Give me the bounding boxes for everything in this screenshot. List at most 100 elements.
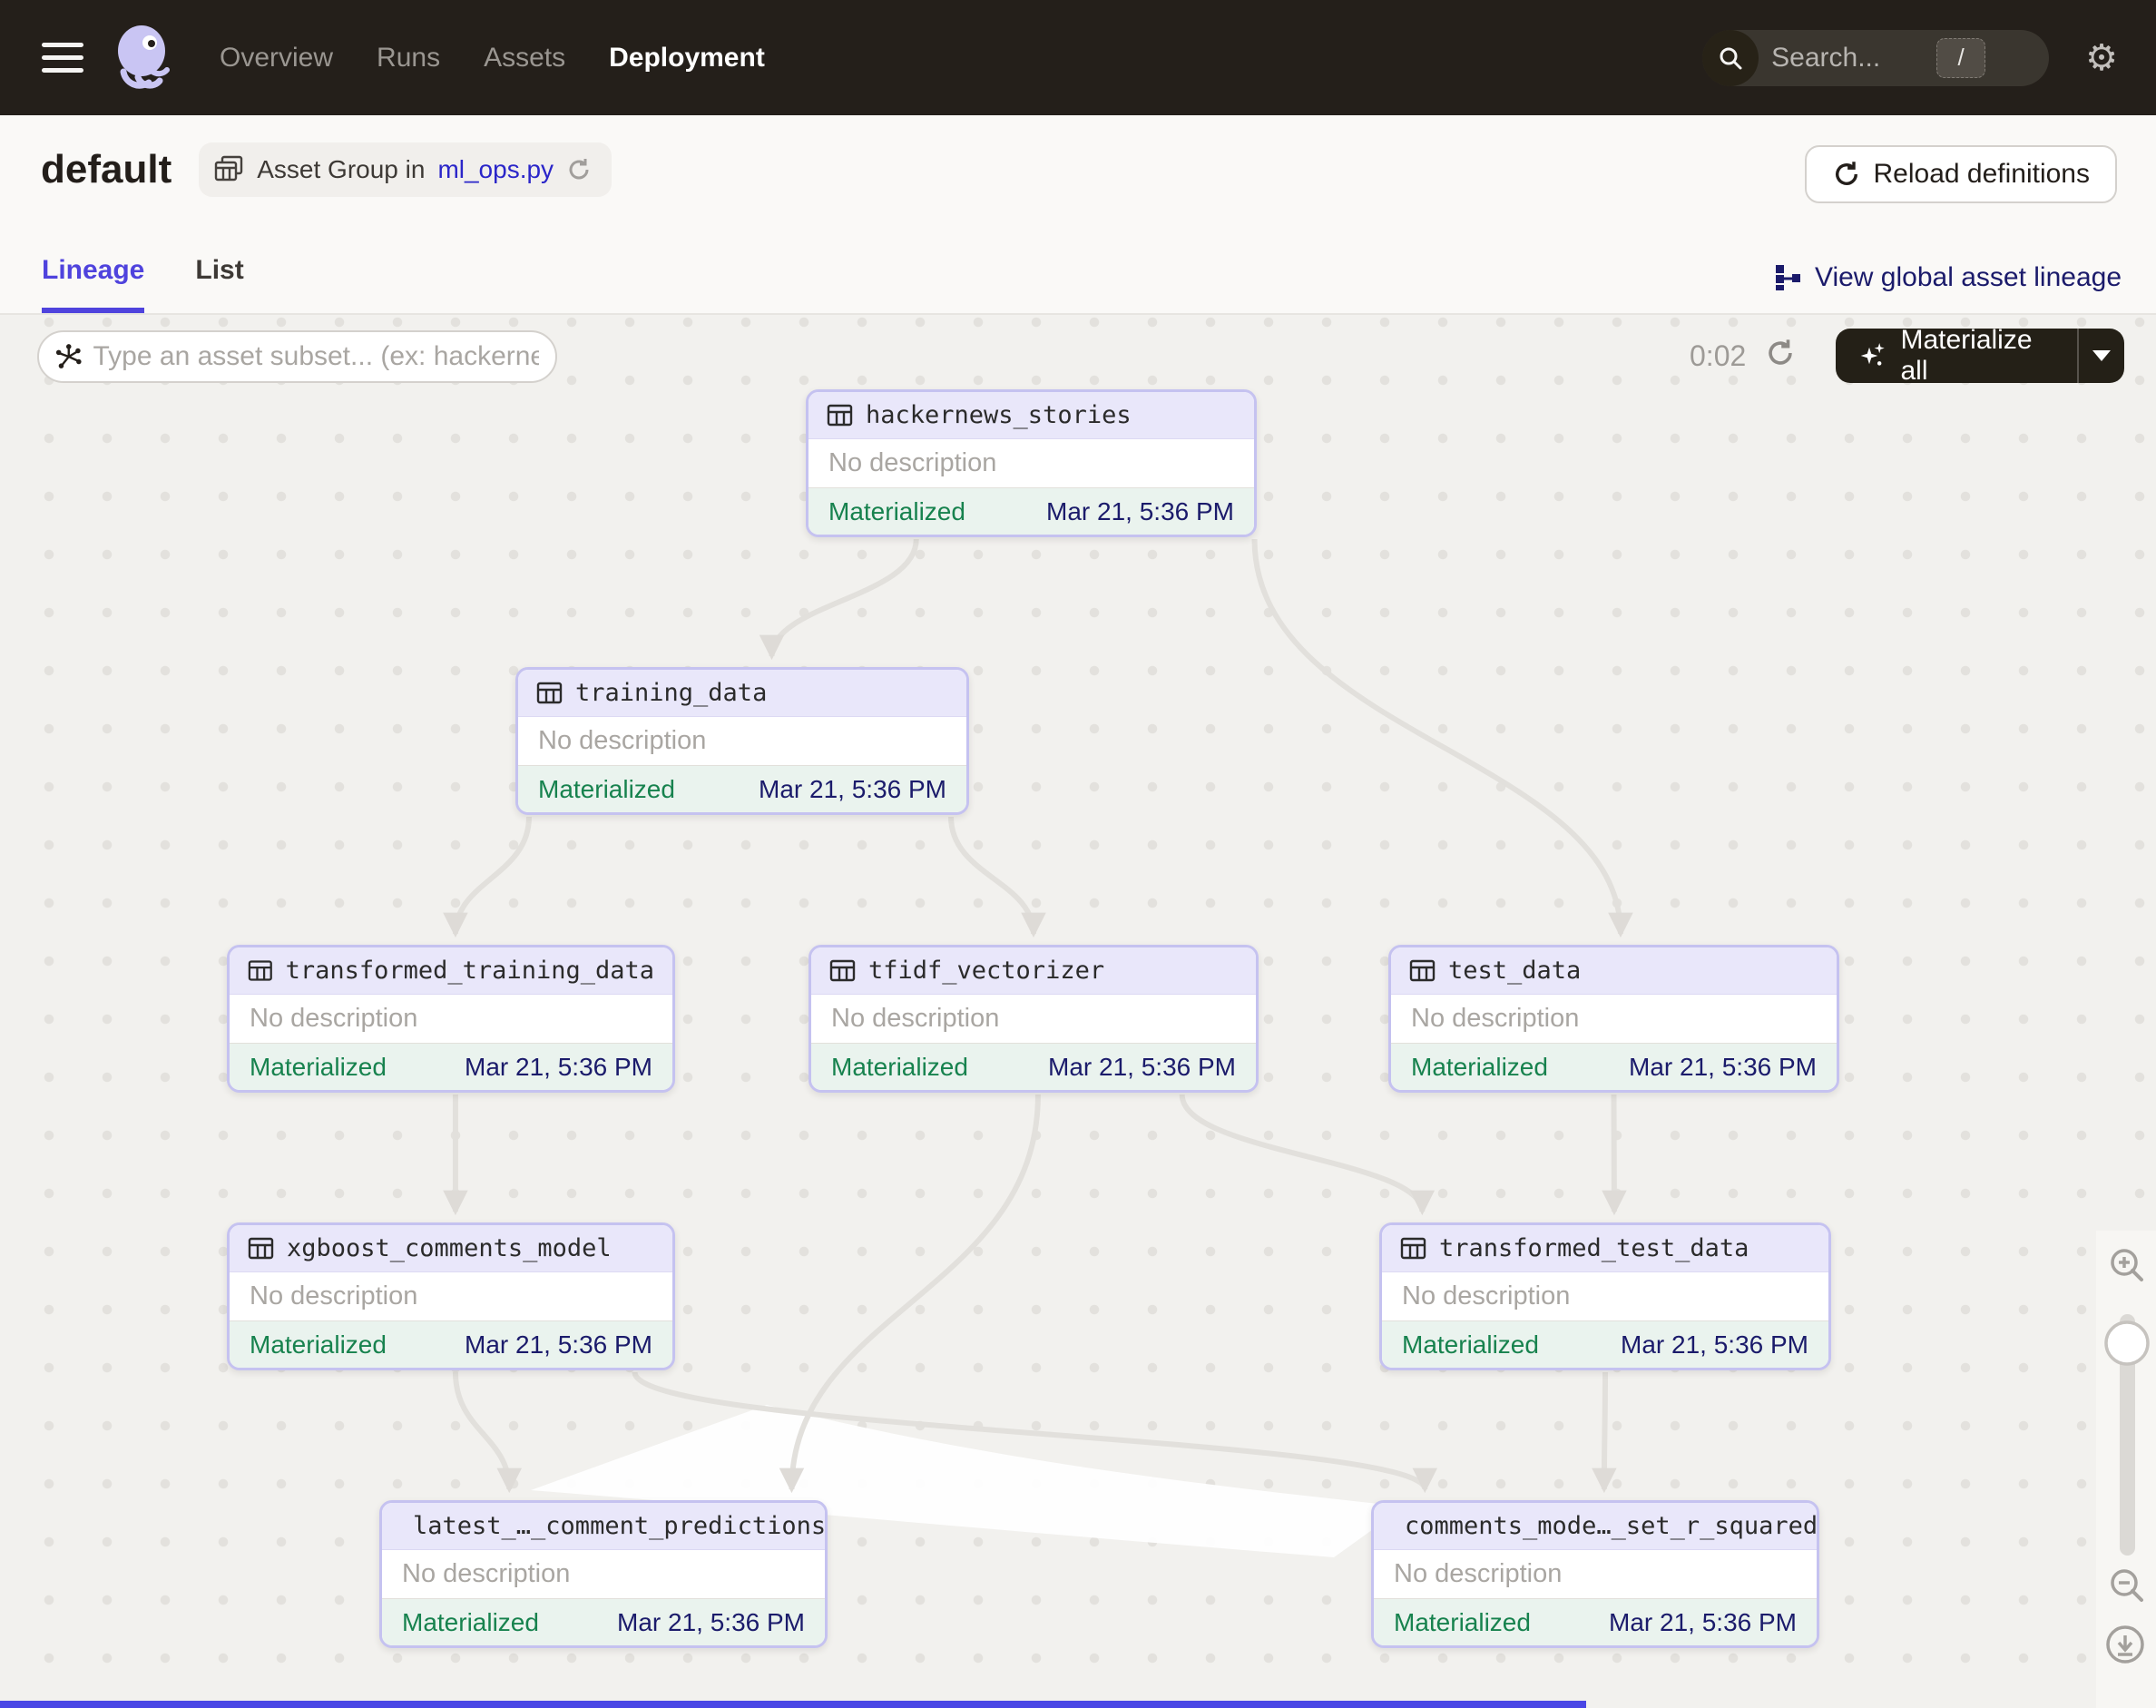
materialization-timestamp[interactable]: Mar 21, 5:36 PM: [1621, 1330, 1808, 1360]
chevron-down-icon: [2092, 350, 2111, 361]
asset-node-header: transformed_test_data: [1382, 1225, 1828, 1272]
page-header: default Asset Group in ml_ops.py Reload …: [0, 115, 2156, 315]
asset-node-header: xgboost_comments_model: [230, 1225, 672, 1272]
dagster-app: Overview Runs Assets Deployment / ⚙ defa…: [0, 0, 2156, 1708]
materialization-timestamp[interactable]: Mar 21, 5:36 PM: [617, 1608, 805, 1637]
asset-status-bar: Materialized Mar 21, 5:36 PM: [1382, 1320, 1828, 1368]
asset-node[interactable]: latest_…_comment_predictions No descript…: [379, 1500, 828, 1648]
table-icon: [536, 680, 563, 706]
search-icon: [1702, 30, 1759, 86]
table-icon: [248, 1235, 274, 1261]
tabs: Lineage List: [42, 255, 244, 313]
horizontal-scroll-indicator[interactable]: [0, 1701, 1586, 1708]
asset-node[interactable]: tfidf_vectorizer No description Material…: [808, 945, 1259, 1093]
asset-name: transformed_training_data: [286, 957, 654, 985]
asset-description: No description: [1391, 995, 1837, 1043]
gear-icon[interactable]: ⚙: [2085, 40, 2118, 76]
status-badge: Materialized: [538, 775, 675, 804]
asset-name: transformed_test_data: [1439, 1234, 1749, 1262]
asset-node-header: tfidf_vectorizer: [811, 947, 1256, 995]
nav-link-assets[interactable]: Assets: [484, 43, 565, 74]
tab-list[interactable]: List: [195, 255, 243, 313]
asset-description: No description: [1374, 1550, 1817, 1598]
materialize-options-dropdown[interactable]: [2079, 350, 2124, 361]
asset-status-bar: Materialized Mar 21, 5:36 PM: [230, 1320, 672, 1368]
asset-node-header: comments_mode…_set_r_squared: [1374, 1503, 1817, 1550]
hamburger-menu-icon[interactable]: [42, 43, 83, 73]
table-icon: [829, 957, 856, 984]
stacked-table-icon: [213, 154, 244, 185]
asset-status-bar: Materialized Mar 21, 5:36 PM: [808, 487, 1254, 535]
materialization-timestamp[interactable]: Mar 21, 5:36 PM: [465, 1053, 652, 1082]
asset-node[interactable]: hackernews_stories No description Materi…: [806, 389, 1257, 537]
materialize-all-button[interactable]: Materialize all: [1836, 325, 2077, 387]
search-shortcut-key: /: [1936, 38, 1985, 78]
asset-status-bar: Materialized Mar 21, 5:36 PM: [382, 1598, 825, 1645]
asset-name: tfidf_vectorizer: [868, 957, 1104, 985]
refresh-timer: 0:02: [1690, 339, 1746, 373]
status-badge: Materialized: [250, 1053, 387, 1082]
zoom-control-rail: [2096, 1231, 2156, 1708]
asset-description: No description: [230, 1272, 672, 1320]
asset-name: latest_…_comment_predictions: [413, 1512, 826, 1540]
table-icon: [827, 402, 853, 428]
asset-selector-icon: [55, 342, 83, 371]
asset-description: No description: [808, 439, 1254, 487]
asset-status-bar: Materialized Mar 21, 5:36 PM: [230, 1043, 672, 1090]
top-navbar: Overview Runs Assets Deployment / ⚙: [0, 0, 2156, 115]
table-icon: [1400, 1235, 1426, 1261]
status-badge: Materialized: [250, 1330, 387, 1360]
asset-filter[interactable]: [37, 330, 557, 383]
asset-node[interactable]: transformed_test_data No description Mat…: [1379, 1222, 1831, 1370]
status-badge: Materialized: [1402, 1330, 1539, 1360]
asset-description: No description: [382, 1550, 825, 1598]
materialization-timestamp[interactable]: Mar 21, 5:36 PM: [1629, 1053, 1817, 1082]
status-badge: Materialized: [402, 1608, 539, 1637]
materialization-timestamp[interactable]: Mar 21, 5:36 PM: [1048, 1053, 1236, 1082]
lineage-icon: [1773, 263, 1802, 292]
asset-description: No description: [518, 717, 966, 765]
sparkles-icon: [1857, 339, 1887, 372]
asset-node[interactable]: transformed_training_data No description…: [227, 945, 675, 1093]
reload-definitions-button[interactable]: Reload definitions: [1805, 145, 2118, 203]
materialize-all-split-button: Materialize all: [1836, 329, 2124, 383]
asset-name: comments_mode…_set_r_squared: [1405, 1512, 1818, 1540]
table-icon: [248, 957, 273, 984]
table-icon: [1409, 957, 1436, 984]
tab-lineage[interactable]: Lineage: [42, 255, 144, 313]
asset-name: hackernews_stories: [866, 401, 1132, 429]
nav-link-runs[interactable]: Runs: [377, 43, 440, 74]
materialization-timestamp[interactable]: Mar 21, 5:36 PM: [759, 775, 946, 804]
asset-status-bar: Materialized Mar 21, 5:36 PM: [1391, 1043, 1837, 1090]
status-badge: Materialized: [831, 1053, 968, 1082]
asset-status-bar: Materialized Mar 21, 5:36 PM: [1374, 1598, 1817, 1645]
badge-file-link[interactable]: ml_ops.py: [437, 155, 554, 184]
asset-node[interactable]: test_data No description Materialized Ma…: [1388, 945, 1839, 1093]
asset-node-header: hackernews_stories: [808, 392, 1254, 439]
asset-description: No description: [1382, 1272, 1828, 1320]
asset-name: training_data: [575, 679, 767, 707]
materialization-timestamp[interactable]: Mar 21, 5:36 PM: [1046, 497, 1234, 526]
view-global-asset-lineage-link[interactable]: View global asset lineage: [1773, 262, 2122, 293]
nav-link-overview[interactable]: Overview: [220, 43, 333, 74]
global-search[interactable]: /: [1702, 30, 2049, 86]
materialization-timestamp[interactable]: Mar 21, 5:36 PM: [465, 1330, 652, 1360]
asset-name: xgboost_comments_model: [287, 1234, 612, 1262]
graph-refresh-icon[interactable]: [1765, 338, 1796, 373]
asset-node[interactable]: comments_mode…_set_r_squared No descript…: [1371, 1500, 1819, 1648]
dagster-logo-icon[interactable]: [107, 21, 176, 94]
page-title: default: [41, 147, 172, 192]
reload-icon: [1832, 160, 1861, 189]
materialization-timestamp[interactable]: Mar 21, 5:36 PM: [1609, 1608, 1797, 1637]
asset-node-header: test_data: [1391, 947, 1837, 995]
nav-link-deployment[interactable]: Deployment: [609, 43, 765, 74]
search-input[interactable]: [1771, 43, 1953, 74]
badge-reload-icon[interactable]: [566, 157, 592, 182]
asset-node[interactable]: xgboost_comments_model No description Ma…: [227, 1222, 675, 1370]
asset-status-bar: Materialized Mar 21, 5:36 PM: [811, 1043, 1256, 1090]
status-badge: Materialized: [1394, 1608, 1531, 1637]
asset-node[interactable]: training_data No description Materialize…: [515, 667, 969, 815]
asset-filter-input[interactable]: [93, 341, 539, 372]
asset-node-header: latest_…_comment_predictions: [382, 1503, 825, 1550]
asset-status-bar: Materialized Mar 21, 5:36 PM: [518, 765, 966, 812]
